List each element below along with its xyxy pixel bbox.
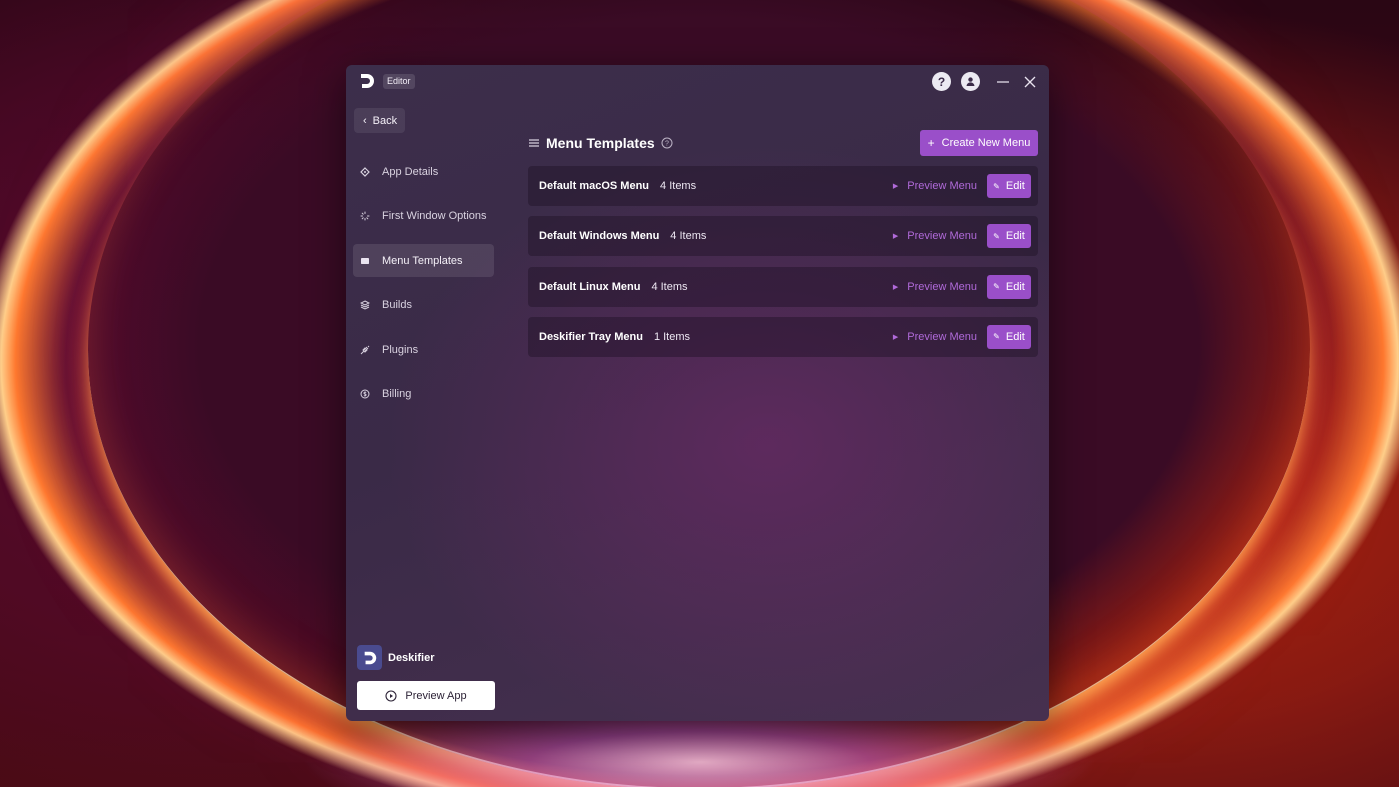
edit-icon: ✎ — [993, 282, 1000, 292]
preview-menu-link[interactable]: ▶ Preview Menu — [893, 166, 977, 206]
preview-menu-label: Preview Menu — [907, 280, 977, 293]
app-name: Deskifier — [388, 651, 435, 664]
deskifier-logo-icon — [357, 645, 382, 670]
sidebar-item-menu-templates[interactable]: Menu Templates — [353, 244, 494, 277]
sidebar-item-label: Billing — [382, 388, 412, 400]
account-button[interactable] — [961, 72, 980, 91]
edit-icon: ✎ — [993, 181, 1000, 191]
sidebar-nav: App Details First Window Options Menu Te… — [353, 155, 494, 422]
edit-icon: ✎ — [993, 231, 1000, 241]
close-button[interactable] — [1020, 72, 1039, 91]
play-icon: ▶ — [892, 283, 899, 291]
sidebar-item-label: Builds — [382, 299, 412, 311]
sidebar-item-label: App Details — [382, 165, 439, 178]
edit-button[interactable]: ✎ Edit — [987, 274, 1031, 299]
loader-icon — [360, 211, 370, 221]
edit-label: Edit — [1005, 180, 1025, 192]
sidebar-item-builds[interactable]: Builds — [353, 289, 494, 322]
help-button[interactable]: ? — [932, 72, 951, 91]
edit-label: Edit — [1005, 230, 1025, 243]
titlebar: Editor ? — [346, 65, 1049, 97]
minimize-button[interactable] — [993, 72, 1012, 91]
menu-item-count: 4 Items — [651, 280, 688, 293]
back-label: Back — [372, 114, 398, 127]
preview-menu-link[interactable]: ▶ Preview Menu — [893, 317, 977, 357]
create-new-menu-button[interactable]: + Create New Menu — [920, 130, 1038, 156]
edit-button[interactable]: ✎ Edit — [987, 224, 1031, 249]
sidebar-item-label: Menu Templates — [382, 254, 463, 267]
svg-text:?: ? — [665, 141, 669, 148]
plus-icon: + — [927, 136, 935, 150]
menu-name: Default macOS Menu — [539, 180, 650, 192]
preview-menu-link[interactable]: ▶ Preview Menu — [893, 216, 977, 256]
page-header: Menu Templates ? — [529, 135, 673, 151]
sidebar-item-app-details[interactable]: App Details — [353, 155, 494, 188]
list-item: Default Linux Menu 4 Items ▶ Preview Men… — [528, 266, 1038, 307]
close-icon — [1024, 76, 1035, 87]
question-circle-icon[interactable]: ? — [661, 137, 673, 149]
edit-label: Edit — [1005, 330, 1025, 343]
preview-menu-label: Preview Menu — [907, 330, 977, 343]
dollar-icon — [360, 389, 370, 399]
sidebar-item-plugins[interactable]: Plugins — [353, 333, 494, 366]
play-icon: ▶ — [892, 333, 899, 341]
preview-app-button[interactable]: Preview App — [357, 681, 495, 710]
layers-icon — [360, 300, 370, 310]
app-brand: Deskifier — [357, 645, 434, 670]
plug-icon — [360, 345, 370, 355]
user-icon — [961, 72, 980, 91]
sidebar-item-label: First Window Options — [382, 210, 487, 222]
list-icon — [529, 139, 539, 147]
help-icon: ? — [932, 72, 951, 91]
sidebar-item-billing[interactable]: Billing — [353, 378, 494, 411]
list-item: Default Windows Menu 4 Items ▶ Preview M… — [528, 216, 1038, 257]
menu-item-count: 4 Items — [670, 230, 707, 243]
edit-button[interactable]: ✎ Edit — [987, 174, 1031, 198]
list-item: Deskifier Tray Menu 1 Items ▶ Preview Me… — [528, 316, 1038, 357]
chevron-left-icon: ‹ — [363, 114, 367, 127]
back-button[interactable]: ‹ Back — [354, 108, 405, 133]
play-icon: ▶ — [892, 233, 899, 241]
app-logo-icon — [358, 72, 376, 90]
list-item: Default macOS Menu 4 Items ▶ Preview Men… — [528, 166, 1038, 206]
app-window: Editor ? ‹ Back App Details First Window… — [346, 65, 1049, 721]
menu-name: Default Windows Menu — [539, 230, 660, 243]
play-circle-icon — [385, 689, 397, 702]
preview-app-label: Preview App — [405, 689, 467, 702]
preview-menu-label: Preview Menu — [907, 230, 977, 243]
menu-template-list: Default macOS Menu 4 Items ▶ Preview Men… — [528, 166, 1038, 367]
menu-name: Default Linux Menu — [539, 280, 641, 293]
minimize-icon — [996, 80, 1009, 83]
diamond-icon — [360, 166, 370, 177]
editor-badge: Editor — [383, 74, 415, 89]
menu-icon — [360, 256, 370, 266]
create-new-menu-label: Create New Menu — [941, 137, 1031, 149]
menu-item-count: 1 Items — [653, 330, 691, 343]
menu-item-count: 4 Items — [660, 180, 697, 192]
sidebar-item-first-window-options[interactable]: First Window Options — [353, 200, 494, 233]
preview-menu-label: Preview Menu — [907, 180, 977, 192]
edit-icon: ✎ — [993, 332, 1000, 342]
preview-menu-link[interactable]: ▶ Preview Menu — [893, 267, 977, 307]
sidebar-item-label: Plugins — [382, 343, 419, 356]
play-icon: ▶ — [892, 183, 899, 190]
edit-label: Edit — [1005, 280, 1025, 293]
page-title: Menu Templates — [546, 135, 655, 151]
edit-button[interactable]: ✎ Edit — [987, 324, 1031, 349]
menu-name: Deskifier Tray Menu — [539, 330, 643, 343]
